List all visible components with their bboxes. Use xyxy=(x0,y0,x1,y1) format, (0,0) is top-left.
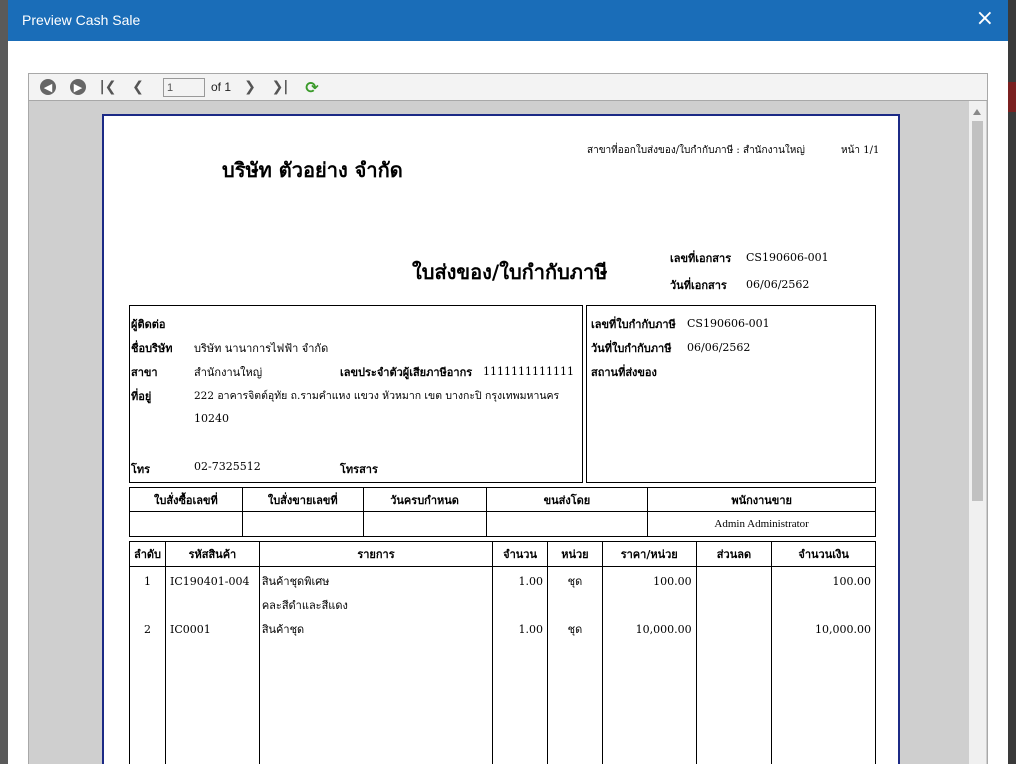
refresh-icon[interactable]: ⟳ xyxy=(303,78,321,97)
col-price-header: ราคา/หน่วย xyxy=(601,541,697,567)
po-number-value xyxy=(129,511,243,537)
item-2-no: 2 xyxy=(144,623,152,636)
customer-box: ผู้ติดต่อ ชื่อบริษัท บริษัท นานาการไฟฟ้า… xyxy=(129,305,583,483)
item-1-desc-extra: คละสีดำและสีแดง xyxy=(261,599,348,612)
taxid-value: 1111111111111 xyxy=(483,365,574,378)
shipped-by-header: ขนส่งโดย xyxy=(485,487,649,512)
report-viewer[interactable]: สาขาที่ออกใบส่งของ/ใบกำกับภาษี : สำนักงา… xyxy=(28,101,988,764)
item-2-price: 10,000.00 xyxy=(635,623,692,636)
item-1-amount: 100.00 xyxy=(832,575,872,588)
back-icon[interactable]: ◀ xyxy=(40,79,56,95)
address-label: ที่อยู่ xyxy=(131,390,152,403)
item-2-desc: สินค้าชุด xyxy=(261,623,305,636)
dialog-title: Preview Cash Sale xyxy=(22,12,141,28)
item-2-qty: 1.00 xyxy=(518,623,544,636)
item-2-unit: ชุด xyxy=(567,623,583,636)
doc-date-label: วันที่เอกสาร xyxy=(670,279,727,292)
items-table: ลำดับ รหัสสินค้า รายการ จำนวน หน่วย ราคา… xyxy=(128,541,876,764)
col-desc-header: รายการ xyxy=(258,541,494,567)
doc-date-value: 06/06/2562 xyxy=(746,278,810,291)
page-count-label: of 1 xyxy=(211,80,232,94)
next-page-icon[interactable]: ❯ xyxy=(241,78,259,96)
first-page-icon[interactable]: |❮ xyxy=(99,78,117,96)
order-info-table: ใบสั่งซื้อเลขที่ ใบสั่งขายเลขที่ วันครบก… xyxy=(129,487,876,537)
item-2-amount: 10,000.00 xyxy=(815,623,871,636)
item-1-qty: 1.00 xyxy=(518,575,544,588)
fax-label: โทรสาร xyxy=(340,463,378,476)
items-price-cell: 100.00 10,000.00 xyxy=(601,566,697,764)
page-indicator: หน้า 1/1 xyxy=(841,145,880,156)
scroll-up-icon[interactable] xyxy=(973,109,981,115)
ship-to-label: สถานที่ส่งของ xyxy=(591,366,657,379)
po-number-header: ใบสั่งซื้อเลขที่ xyxy=(129,487,243,512)
salesperson-header: พนักงานขาย xyxy=(647,487,876,512)
item-1-price: 100.00 xyxy=(653,575,692,588)
customer-company-value: บริษัท นานาการไฟฟ้า จำกัด xyxy=(194,342,329,355)
col-amount-header: จำนวนเงิน xyxy=(771,541,876,567)
item-1-unit: ชุด xyxy=(567,575,583,588)
due-date-value xyxy=(362,511,487,537)
phone-value: 02-7325512 xyxy=(194,460,261,473)
item-1-desc: สินค้าชุดพิเศษ xyxy=(261,575,330,588)
due-date-header: วันครบกำหนด xyxy=(362,487,487,512)
address-line-2: 10240 xyxy=(194,412,229,425)
customer-company-label: ชื่อบริษัท xyxy=(131,342,173,355)
items-qty-cell: 1.00 1.00 xyxy=(492,566,549,764)
taxid-label: เลขประจำตัวผู้เสียภาษีอากร xyxy=(340,366,473,379)
col-unit-header: หน่วย xyxy=(547,541,603,567)
scroll-thumb[interactable] xyxy=(972,121,983,501)
col-no-header: ลำดับ xyxy=(128,541,167,567)
item-1-no: 1 xyxy=(144,575,152,588)
last-page-icon[interactable]: ❯| xyxy=(271,78,289,96)
item-1-code: IC190401-004 xyxy=(170,575,250,588)
salesperson-value: Admin Administrator xyxy=(647,511,876,537)
address-line-1: 222 อาคารจิตต์อุทัย ถ.รามคำแหง แขวง หัวห… xyxy=(194,390,560,402)
invoice-date-value: 06/06/2562 xyxy=(687,341,751,354)
items-unit-cell: ชุด ชุด xyxy=(547,566,603,764)
document-title: ใบส่งของ/ใบกำกับภาษี xyxy=(412,260,608,284)
item-2-code: IC0001 xyxy=(170,623,211,636)
invoice-box: เลขที่ใบกำกับภาษี CS190606-001 วันที่ใบก… xyxy=(586,305,876,483)
invoice-date-label: วันที่ใบกำกับภาษี xyxy=(591,342,672,355)
so-number-header: ใบสั่งขายเลขที่ xyxy=(241,487,364,512)
vertical-scrollbar[interactable] xyxy=(969,101,986,764)
items-code-cell: IC190401-004 IC0001 xyxy=(165,566,260,764)
issuing-branch-label: สาขาที่ออกใบส่งของ/ใบกำกับภาษี : สำนักงา… xyxy=(587,145,805,156)
col-qty-header: จำนวน xyxy=(492,541,549,567)
doc-number-label: เลขที่เอกสาร xyxy=(670,252,732,265)
close-icon[interactable]: × xyxy=(976,8,994,30)
col-code-header: รหัสสินค้า xyxy=(165,541,260,567)
report-page: สาขาที่ออกใบส่งของ/ใบกำกับภาษี : สำนักงา… xyxy=(102,114,900,764)
dialog-titlebar: Preview Cash Sale × xyxy=(8,0,1008,41)
so-number-value xyxy=(241,511,364,537)
preview-dialog: Preview Cash Sale × ◀ ▶ |❮ ❮ of 1 ❯ ❯| ⟳… xyxy=(8,0,1008,764)
items-amount-cell: 100.00 10,000.00 xyxy=(771,566,876,764)
items-desc-cell: สินค้าชุดพิเศษ คละสีดำและสีแดง สินค้าชุด xyxy=(258,566,494,764)
previous-page-icon[interactable]: ❮ xyxy=(129,78,147,96)
invoice-number-label: เลขที่ใบกำกับภาษี xyxy=(591,318,676,331)
shipped-by-value xyxy=(485,511,649,537)
items-no-cell: 1 2 xyxy=(128,566,167,764)
company-name: บริษัท ตัวอย่าง จำกัด xyxy=(222,158,403,182)
forward-icon[interactable]: ▶ xyxy=(70,79,86,95)
col-discount-header: ส่วนลด xyxy=(695,541,773,567)
items-discount-cell xyxy=(695,566,773,764)
doc-number-value: CS190606-001 xyxy=(746,251,829,264)
customer-branch-label: สาขา xyxy=(131,366,158,379)
phone-label: โทร xyxy=(131,463,151,476)
invoice-number-value: CS190606-001 xyxy=(687,317,770,330)
customer-branch-value: สำนักงานใหญ่ xyxy=(194,366,263,379)
contact-label: ผู้ติดต่อ xyxy=(131,318,166,331)
report-toolbar: ◀ ▶ |❮ ❮ of 1 ❯ ❯| ⟳ xyxy=(28,73,988,101)
page-number-input[interactable] xyxy=(163,78,205,97)
